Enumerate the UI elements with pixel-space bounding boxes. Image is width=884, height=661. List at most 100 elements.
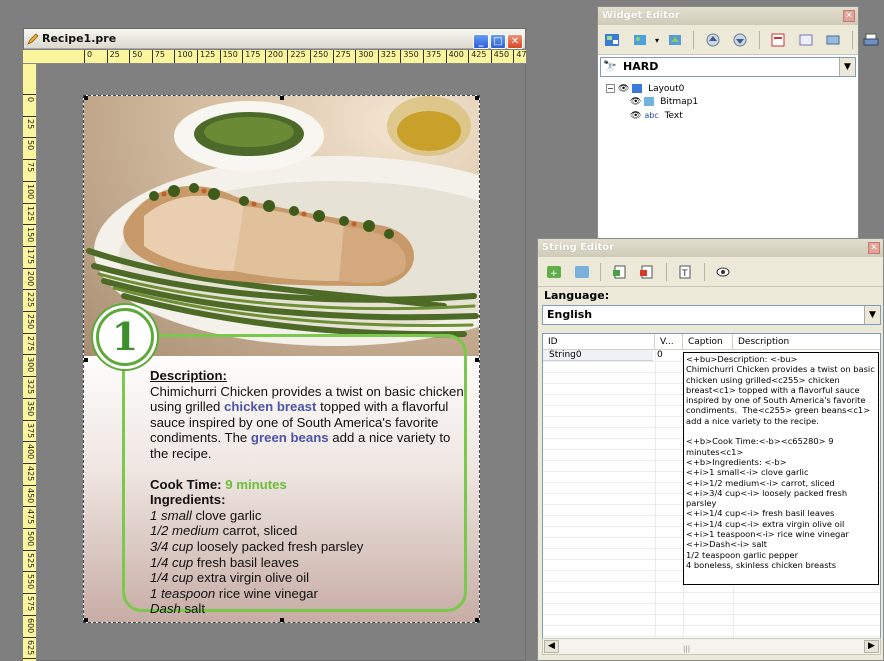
tree-node-bitmap1[interactable]: 👁 Bitmap1 [604, 96, 852, 109]
add-widget-icon[interactable] [629, 29, 651, 51]
ingredient-name: loosely packed fresh parsley [193, 538, 364, 554]
selection-handle[interactable] [84, 618, 88, 622]
move-down-icon[interactable] [729, 29, 751, 51]
visibility-eye-icon[interactable]: 👁 [630, 111, 641, 121]
dropdown-arrow-icon[interactable]: ▾ [655, 36, 659, 45]
recipe-text-box[interactable]: Description: Chimichurri Chicken provide… [150, 368, 470, 617]
visibility-eye-icon[interactable]: 👁 [618, 84, 629, 94]
description-heading: Description: [150, 368, 227, 383]
ruler-tick-label: 375 [23, 419, 36, 441]
widget-tree[interactable]: − 👁 Layout0 👁 Bitmap1 👁 abc Text [598, 79, 858, 126]
visibility-eye-icon[interactable]: 👁 [630, 97, 641, 107]
font-icon[interactable]: T [674, 261, 696, 283]
text-widget-icon: abc [644, 111, 659, 120]
tree-node-label: Bitmap1 [660, 97, 699, 107]
step-badge: 1 [96, 308, 154, 366]
preview-eye-icon[interactable] [712, 261, 734, 283]
column-header-description[interactable]: Description [733, 334, 880, 350]
cook-time-label: Cook Time: [150, 476, 226, 492]
ruler-tick-label: 175 [242, 50, 260, 63]
tree-node-text[interactable]: 👁 abc Text [604, 109, 852, 122]
import-strings-icon[interactable] [609, 261, 631, 283]
row-value: 0 [657, 350, 663, 360]
selection-handle[interactable] [280, 618, 284, 622]
move-up-icon[interactable] [702, 29, 724, 51]
scroll-right-icon[interactable]: ▶ [864, 640, 879, 653]
ruler-tick-label: 25 [106, 50, 120, 63]
properties-icon[interactable] [822, 29, 844, 51]
caption-editor[interactable]: <+bu>Description: <-bu> Chimichurri Chic… [683, 352, 879, 585]
svg-text:+: + [550, 269, 558, 279]
selection-handle[interactable] [280, 96, 284, 100]
ruler-tick-label: 300 [355, 50, 373, 63]
ingredient-qty: 1/2 medium [150, 523, 219, 539]
collapse-icon[interactable]: − [606, 84, 615, 93]
horizontal-scrollbar[interactable]: ◀ ||| ▶ [542, 638, 881, 655]
remove-string-icon[interactable] [571, 261, 593, 283]
recipe-title-bar[interactable]: Recipe1.pre _ □ ✕ [24, 29, 525, 49]
column-header-caption[interactable]: Caption [683, 334, 733, 350]
ingredient-item: 1/4 cup fresh basil leaves [150, 555, 470, 571]
column-header-value[interactable]: V... [655, 334, 683, 350]
minimize-button[interactable]: _ [473, 34, 489, 49]
string-editor-title: String Editor [542, 242, 615, 253]
widget-search-combo[interactable]: 🔭 HARD ▼ [600, 57, 856, 77]
recipe-page[interactable]: 1 Description: Chimichurri Chicken provi… [83, 95, 480, 623]
selection-handle[interactable] [475, 618, 479, 622]
string-editor-title-bar[interactable]: String Editor ✕ [538, 239, 883, 257]
cook-time-line: Cook Time: 9 minutes [150, 477, 470, 493]
ruler-tick-label: 475 [23, 506, 36, 527]
scroll-left-icon[interactable]: ◀ [544, 640, 559, 653]
ruler-tick-label: 475 [513, 50, 526, 63]
ruler-tick-label: 275 [23, 332, 36, 354]
ruler-tick-label: 75 [23, 159, 36, 180]
ruler-tick-label: 350 [400, 50, 419, 63]
close-button[interactable]: ✕ [843, 10, 855, 22]
text-tool-icon[interactable] [767, 29, 789, 51]
selection-handle[interactable] [84, 96, 88, 100]
close-button[interactable]: ✕ [507, 34, 523, 49]
row-id: String0 [543, 350, 653, 361]
ruler-tick-label: 0 [23, 94, 36, 115]
import-icon[interactable] [664, 29, 686, 51]
chevron-down-icon[interactable]: ▼ [839, 58, 855, 76]
ruler-tick-label: 125 [23, 202, 36, 224]
ruler-tick-label: 25 [23, 115, 36, 137]
table-header: ID V... Caption Description [543, 334, 880, 350]
recipe-window-title: Recipe1.pre [42, 32, 117, 45]
selection-handle[interactable] [84, 358, 88, 362]
widget-editor-title-bar[interactable]: Widget Editor ✕ [598, 7, 858, 25]
widget-editor-title: Widget Editor [602, 10, 680, 21]
ruler-tick-label: 425 [468, 50, 486, 63]
selection-handle[interactable] [475, 358, 479, 362]
add-string-icon[interactable]: + [543, 261, 565, 283]
ingredient-item: 1 small clove garlic [150, 508, 470, 524]
selection-handle[interactable] [475, 96, 479, 100]
maximize-button[interactable]: □ [490, 34, 506, 49]
vertical-ruler[interactable]: 0 25 50 75 100 125 150 175 200 225 250 275 300 325 350… [23, 64, 37, 661]
ruler-tick-label: 75 [151, 50, 165, 63]
ingredient-item: 3/4 cup loosely packed fresh parsley [150, 539, 470, 555]
cook-time-value: 9 minutes [225, 476, 287, 492]
add-layout-icon[interactable] [601, 29, 623, 51]
ruler-tick-label: 0 [84, 50, 92, 63]
export-strings-icon[interactable] [636, 261, 658, 283]
description-highlight-beans: green beans [250, 430, 329, 446]
language-select[interactable]: English ▼ [542, 305, 881, 325]
close-button[interactable]: ✕ [868, 242, 880, 254]
tree-node-layout0[interactable]: − 👁 Layout0 [604, 83, 852, 96]
column-header-id[interactable]: ID [543, 334, 655, 350]
language-label: Language: [544, 289, 610, 302]
horizontal-ruler[interactable]: 0 25 50 75 100 125 150 175 200 225 250 275 300 325 350… [23, 50, 526, 64]
ruler-tick-label: 125 [197, 50, 215, 63]
ruler-tick-label: 625 [23, 636, 36, 658]
ingredient-qty: 1/4 cup [150, 570, 194, 586]
ingredient-name: carrot, sliced [218, 523, 298, 539]
ruler-tick-label: 50 [129, 50, 142, 63]
scroll-thumb-grip[interactable]: ||| [683, 645, 690, 653]
image-tool-icon[interactable] [795, 29, 817, 51]
chevron-down-icon[interactable]: ▼ [864, 306, 880, 324]
print-icon[interactable] [860, 29, 882, 51]
ingredient-qty: Dash [150, 601, 181, 617]
string-table[interactable]: ID V... Caption Description String0 0 <+… [542, 333, 881, 639]
